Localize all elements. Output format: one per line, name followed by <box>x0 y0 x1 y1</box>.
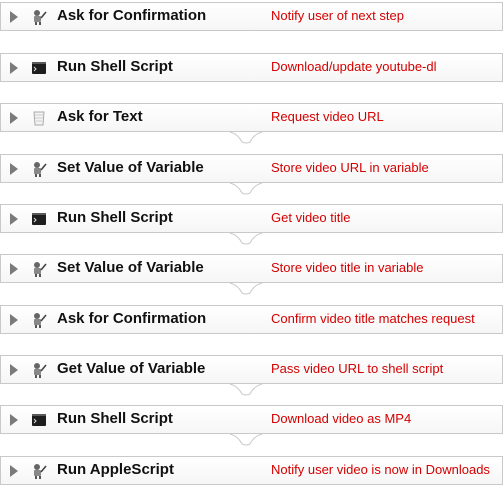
workflow-action-row[interactable]: Run AppleScript Notify user video is now … <box>0 456 503 485</box>
workflow-action-row[interactable]: Run Shell Script Download/update youtube-… <box>0 53 503 82</box>
action-annotation: Store video URL in variable <box>271 160 429 175</box>
action-title: Run Shell Script <box>57 410 173 427</box>
action-connector <box>226 433 266 446</box>
action-title: Run AppleScript <box>57 461 174 478</box>
action-title: Ask for Confirmation <box>57 7 207 24</box>
action-annotation: Request video URL <box>271 109 384 124</box>
workflow-action-row[interactable]: Set Value of Variable Store video URL in … <box>0 154 503 183</box>
disclosure-triangle-icon[interactable] <box>10 112 18 124</box>
action-annotation: Store video title in variable <box>271 260 424 275</box>
workflow-action-row[interactable]: Set Value of Variable Store video title i… <box>0 254 503 283</box>
action-connector <box>226 282 266 295</box>
action-annotation: Confirm video title matches request <box>271 311 475 326</box>
disclosure-triangle-icon[interactable] <box>10 414 18 426</box>
robot-icon <box>31 161 47 177</box>
workflow-action-row[interactable]: Get Value of Variable Pass video URL to s… <box>0 355 503 384</box>
workflow-action-row[interactable]: Ask for Confirmation Notify user of next … <box>0 2 503 31</box>
action-connector <box>226 131 266 144</box>
robot-icon <box>31 9 47 25</box>
action-annotation: Notify user video is now in Downloads <box>271 462 490 477</box>
robot-icon <box>31 362 47 378</box>
action-title: Set Value of Variable <box>57 159 204 176</box>
action-annotation: Download/update youtube-dl <box>271 59 437 74</box>
workflow-action-row[interactable]: Ask for Confirmation Confirm video title … <box>0 305 503 334</box>
disclosure-triangle-icon[interactable] <box>10 62 18 74</box>
disclosure-triangle-icon[interactable] <box>10 364 18 376</box>
disclosure-triangle-icon[interactable] <box>10 213 18 225</box>
action-connector <box>226 182 266 195</box>
action-title: Get Value of Variable <box>57 360 206 377</box>
disclosure-triangle-icon[interactable] <box>10 11 18 23</box>
action-connector <box>226 232 266 245</box>
action-annotation: Get video title <box>271 210 351 225</box>
workflow-action-row[interactable]: Run Shell Script Download video as MP4 <box>0 405 503 434</box>
disclosure-triangle-icon[interactable] <box>10 263 18 275</box>
terminal-icon <box>31 412 47 428</box>
action-title: Run Shell Script <box>57 58 173 75</box>
disclosure-triangle-icon[interactable] <box>10 465 18 477</box>
action-connector <box>226 383 266 396</box>
disclosure-triangle-icon[interactable] <box>10 314 18 326</box>
disclosure-triangle-icon[interactable] <box>10 163 18 175</box>
action-annotation: Notify user of next step <box>271 8 404 23</box>
robot-icon <box>31 261 47 277</box>
action-annotation: Download video as MP4 <box>271 411 412 426</box>
terminal-icon <box>31 60 47 76</box>
workflow-action-row[interactable]: Run Shell Script Get video title <box>0 204 503 233</box>
robot-icon <box>31 312 47 328</box>
action-annotation: Pass video URL to shell script <box>271 361 444 376</box>
robot-icon <box>31 463 47 479</box>
action-title: Ask for Confirmation <box>57 310 207 327</box>
terminal-icon <box>31 211 47 227</box>
action-title: Set Value of Variable <box>57 259 204 276</box>
action-title: Ask for Text <box>57 108 143 125</box>
text-cup-icon <box>31 110 47 126</box>
workflow-action-row[interactable]: Ask for Text Request video URL <box>0 103 503 132</box>
action-title: Run Shell Script <box>57 209 173 226</box>
